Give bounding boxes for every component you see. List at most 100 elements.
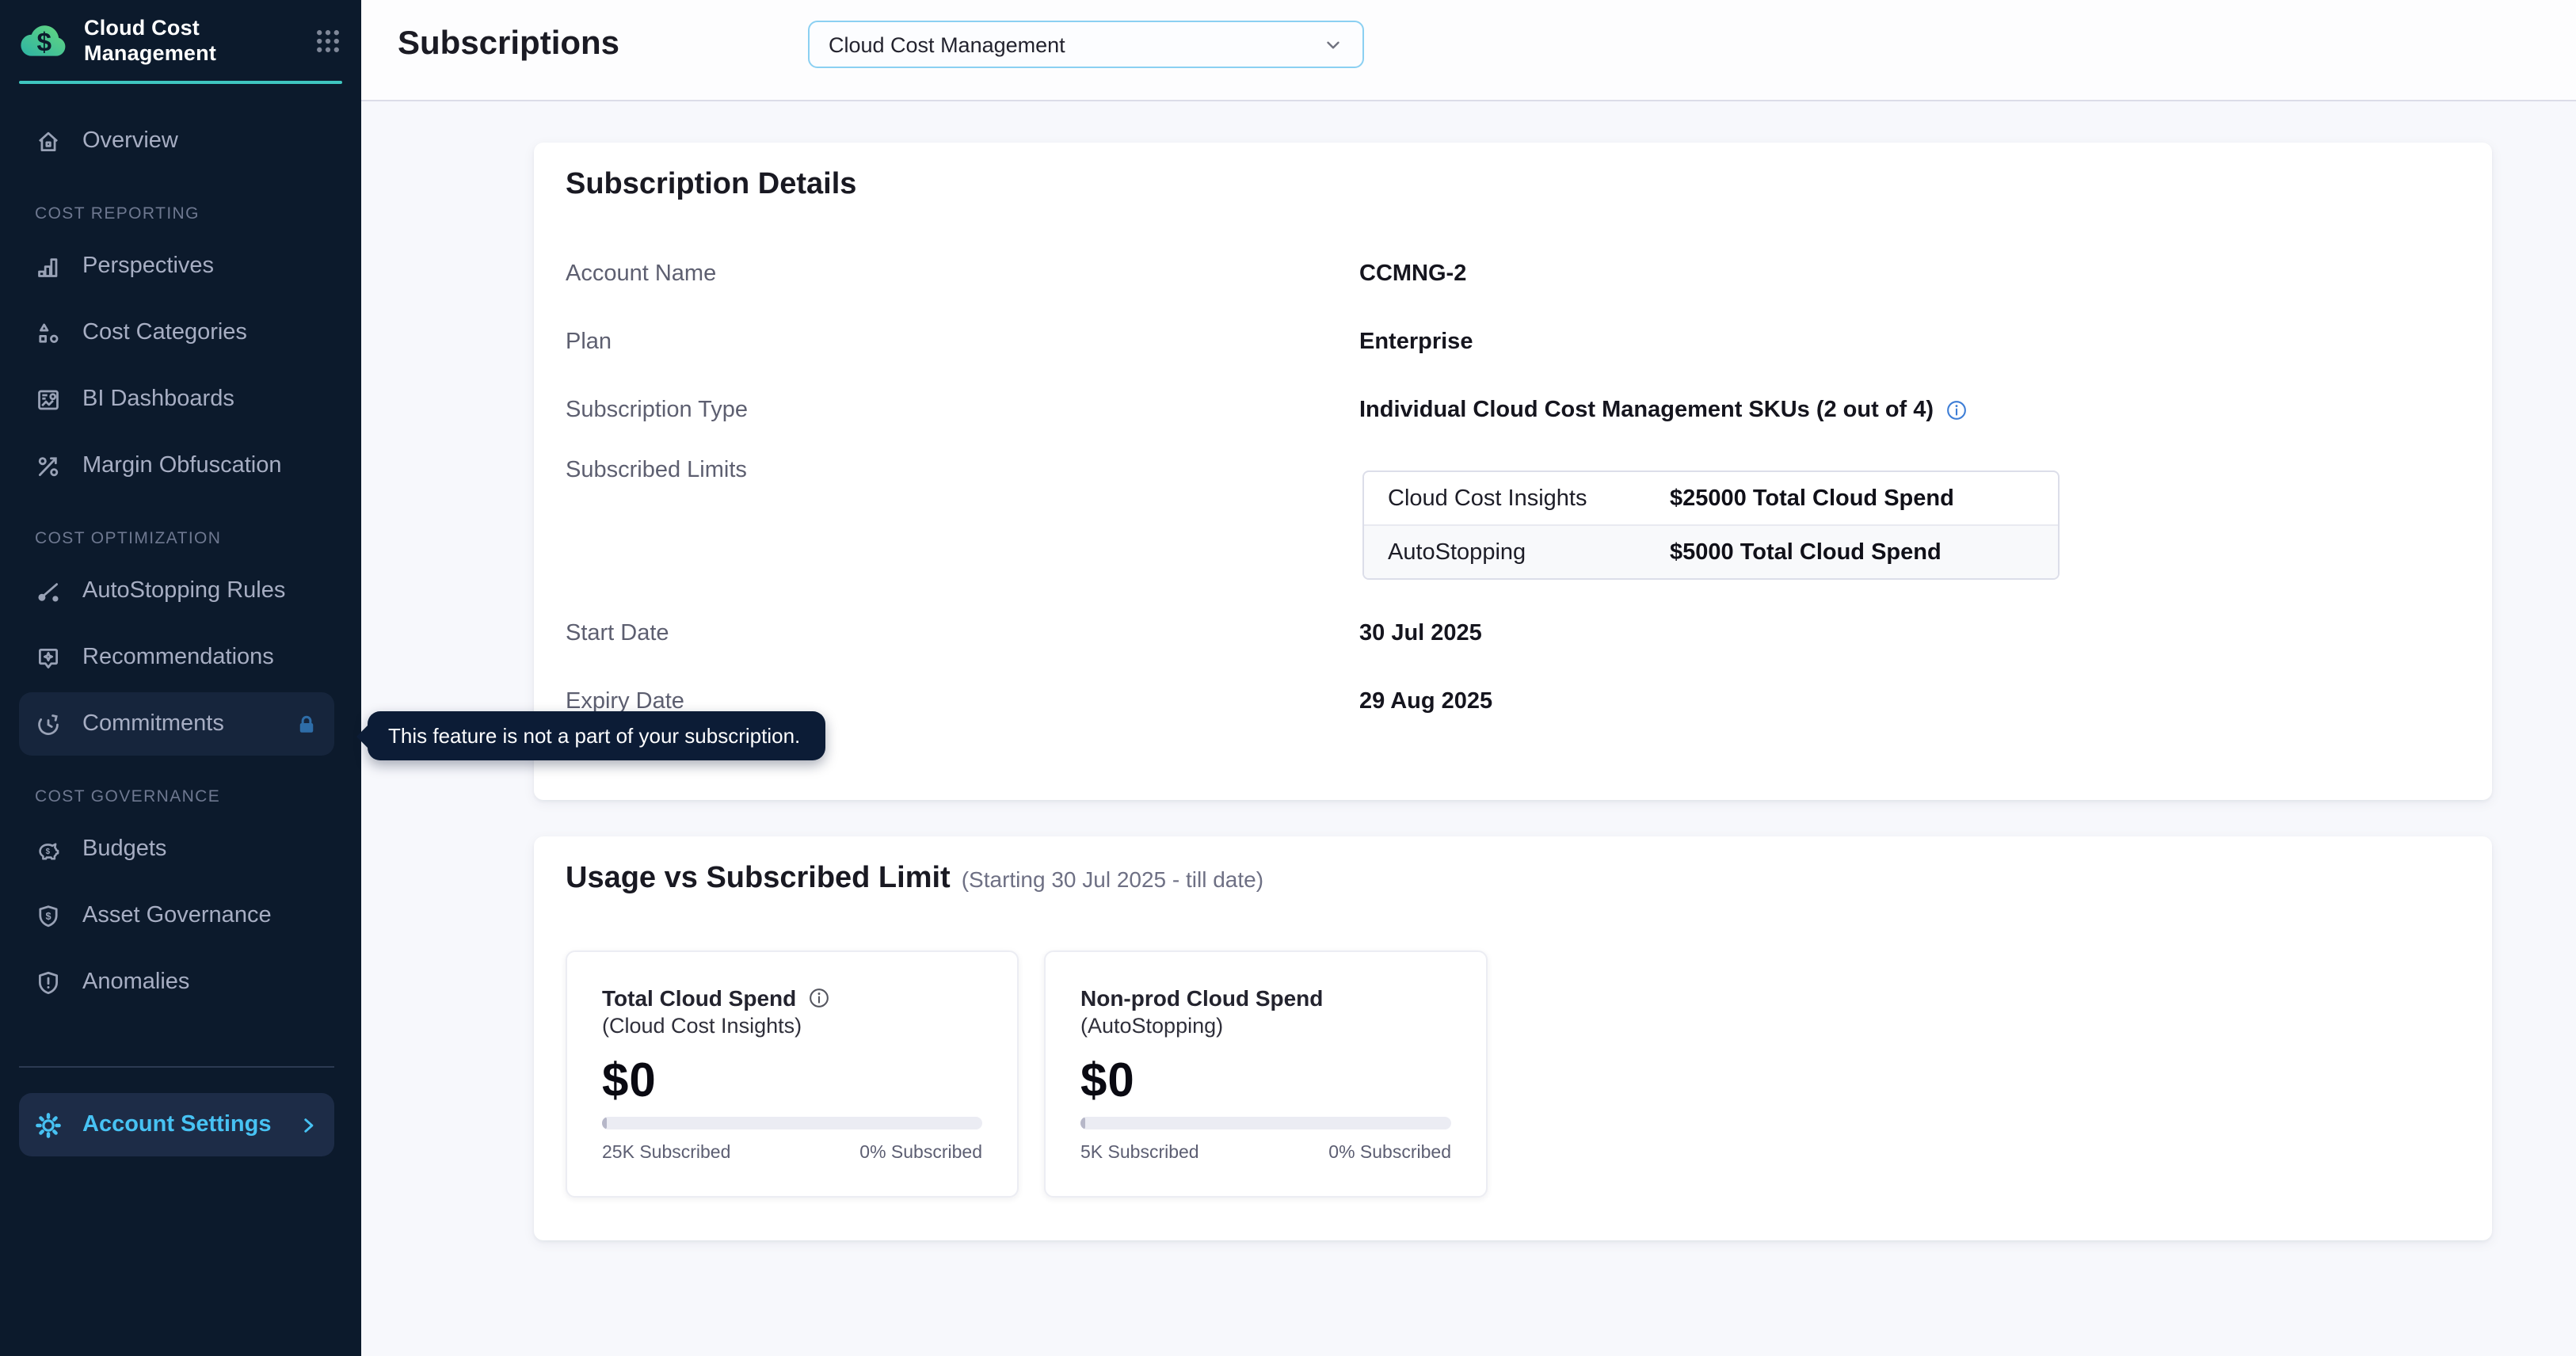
main-area: Subscriptions Cloud Cost Management Subs…: [361, 0, 2576, 1356]
subscribed-limit-label: 5K Subscribed: [1080, 1144, 1199, 1163]
sidebar-item-anomalies[interactable]: Anomalies: [19, 950, 334, 1014]
sidebar-item-label: Budgets: [82, 836, 166, 862]
sidebar-section-cost-governance: COST GOVERNANCE: [35, 787, 334, 806]
progress-fill: [602, 1117, 607, 1129]
sidebar-item-margin-obfuscation[interactable]: Margin Obfuscation: [19, 434, 334, 497]
nonprod-cloud-spend-subtitle: (AutoStopping): [1080, 1012, 1451, 1041]
start-date-value: 30 Jul 2025: [1359, 621, 1482, 646]
sidebar-item-recommendations[interactable]: Recommendations: [19, 626, 334, 689]
brand-divider: [19, 81, 342, 84]
sidebar-item-cost-categories[interactable]: Cost Categories: [19, 301, 334, 364]
plan-label: Plan: [566, 329, 1359, 355]
sidebar-item-label: Asset Governance: [82, 903, 272, 928]
app-root: $ Cloud Cost Management: [0, 0, 2576, 1356]
sidebar-item-overview[interactable]: Overview: [19, 109, 334, 173]
sidebar-item-asset-governance[interactable]: $ Asset Governance: [19, 884, 334, 947]
sidebar-item-label: Overview: [82, 128, 178, 154]
total-cloud-spend-amount: $0: [602, 1055, 982, 1109]
progress-bar: [1080, 1117, 1451, 1129]
limit-name: Cloud Cost Insights: [1364, 486, 1670, 511]
shapes-icon: [35, 319, 62, 346]
info-icon[interactable]: [1945, 399, 1967, 421]
usage-card: Usage vs Subscribed Limit(Starting 30 Ju…: [534, 836, 2492, 1240]
shield-alert-icon: [35, 969, 62, 996]
usage-title: Usage vs Subscribed Limit(Starting 30 Ju…: [566, 862, 1263, 897]
sidebar-section-cost-optimization: COST OPTIMIZATION: [35, 529, 334, 548]
nonprod-cloud-spend-title: Non-prod Cloud Spend: [1080, 984, 1323, 1012]
sidebar-item-label: Margin Obfuscation: [82, 453, 281, 478]
brand: $ Cloud Cost Management: [0, 0, 361, 67]
page-header: Subscriptions Cloud Cost Management: [361, 0, 2576, 101]
sidebar-footer-divider: [19, 1066, 334, 1068]
subscription-type-value: Individual Cloud Cost Management SKUs (2…: [1359, 398, 1934, 423]
expiry-date-row: Expiry Date 29 Aug 2025: [566, 678, 2454, 726]
subscription-type-label: Subscription Type: [566, 398, 1359, 423]
sidebar-item-label: Commitments: [82, 711, 224, 737]
table-row: AutoStopping $5000 Total Cloud Spend: [1364, 524, 2058, 578]
module-dropdown[interactable]: Cloud Cost Management: [808, 21, 1364, 68]
account-name-value: CCMNG-2: [1359, 261, 1466, 287]
sidebar-item-label: Account Settings: [82, 1112, 271, 1137]
start-date-row: Start Date 30 Jul 2025: [566, 610, 2454, 657]
subscribed-limits-label: Subscribed Limits: [566, 458, 1359, 483]
chevron-down-icon: [1323, 34, 1343, 55]
sidebar-item-label: Recommendations: [82, 645, 274, 670]
limit-value: $25000 Total Cloud Spend: [1670, 486, 1954, 511]
percent-icon: [35, 452, 62, 479]
sidebar: $ Cloud Cost Management: [0, 0, 361, 1356]
info-icon[interactable]: [807, 987, 829, 1009]
expiry-date-value: 29 Aug 2025: [1359, 689, 1492, 714]
page-title: Subscriptions: [398, 25, 619, 63]
svg-text:$: $: [36, 28, 51, 57]
recommendation-icon: [35, 644, 62, 671]
dashboard-icon: [35, 386, 62, 413]
sidebar-item-budgets[interactable]: $ Budgets: [19, 817, 334, 881]
progress-fill: [1080, 1117, 1085, 1129]
subscribed-limits-table: Cloud Cost Insights $25000 Total Cloud S…: [1362, 470, 2060, 580]
svg-text:$: $: [46, 847, 51, 855]
module-dropdown-value: Cloud Cost Management: [829, 32, 1065, 56]
sidebar-section-cost-reporting: COST REPORTING: [35, 204, 334, 223]
nonprod-cloud-spend-card: Non-prod Cloud Spend (AutoStopping) $0 5…: [1044, 950, 1488, 1198]
subscribed-limit-label: 25K Subscribed: [602, 1144, 730, 1163]
sidebar-nav: Overview COST REPORTING Perspectives Cos…: [0, 109, 361, 1014]
plan-row: Plan Enterprise: [566, 318, 2454, 366]
autostopping-icon: [35, 577, 62, 604]
progress-bar: [602, 1117, 982, 1129]
sidebar-item-label: BI Dashboards: [82, 387, 234, 412]
sidebar-item-label: Perspectives: [82, 253, 214, 279]
sidebar-item-perspectives[interactable]: Perspectives: [19, 234, 334, 298]
subscribed-percent-label: 0% Subscribed: [859, 1144, 982, 1163]
nonprod-cloud-spend-amount: $0: [1080, 1055, 1451, 1109]
sidebar-item-autostopping-rules[interactable]: AutoStopping Rules: [19, 559, 334, 623]
grid-apps-icon[interactable]: [314, 27, 342, 55]
start-date-label: Start Date: [566, 621, 1359, 646]
subscription-tooltip: This feature is not a part of your subsc…: [368, 711, 825, 760]
sidebar-item-bi-dashboards[interactable]: BI Dashboards: [19, 368, 334, 431]
subscription-details-card: Subscription Details Account Name CCMNG-…: [534, 143, 2492, 800]
total-cloud-spend-card: Total Cloud Spend (Cloud Cost Insights) …: [566, 950, 1019, 1198]
shield-dollar-icon: $: [35, 902, 62, 929]
cloud-dollar-logo: $: [19, 16, 70, 67]
subscription-details-title: Subscription Details: [566, 168, 856, 203]
usage-subtitle: (Starting 30 Jul 2025 - till date): [962, 867, 1263, 892]
bar-chart-icon: [35, 253, 62, 280]
app-title: Cloud Cost Management: [84, 16, 216, 67]
gear-icon: [35, 1111, 62, 1138]
subscribed-percent-label: 0% Subscribed: [1328, 1144, 1451, 1163]
limit-value: $5000 Total Cloud Spend: [1670, 539, 1942, 565]
table-row: Cloud Cost Insights $25000 Total Cloud S…: [1364, 472, 2058, 524]
sidebar-item-label: Cost Categories: [82, 320, 247, 345]
home-icon: [35, 128, 62, 154]
piggy-bank-icon: $: [35, 836, 62, 863]
limit-name: AutoStopping: [1364, 539, 1670, 565]
total-cloud-spend-subtitle: (Cloud Cost Insights): [602, 1012, 982, 1041]
total-cloud-spend-title: Total Cloud Spend: [602, 984, 796, 1012]
subscription-type-row: Subscription Type Individual Cloud Cost …: [566, 387, 2454, 434]
lock-icon: [295, 712, 318, 736]
svg-text:$: $: [45, 909, 51, 921]
account-name-label: Account Name: [566, 261, 1359, 287]
sidebar-item-account-settings[interactable]: Account Settings: [19, 1093, 334, 1156]
account-name-row: Account Name CCMNG-2: [566, 250, 2454, 298]
sidebar-item-commitments[interactable]: Commitments: [19, 692, 334, 756]
